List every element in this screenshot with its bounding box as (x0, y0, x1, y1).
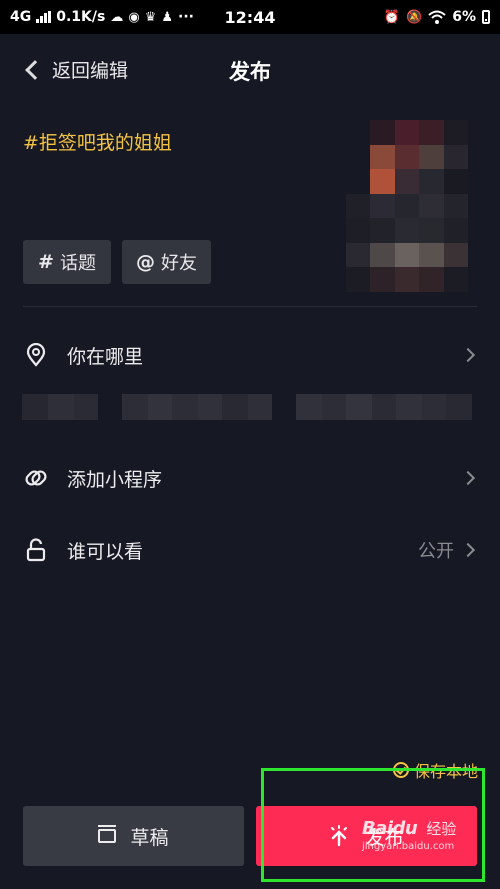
lock-icon (24, 538, 48, 562)
network-type: 4G (10, 9, 32, 25)
privacy-label: 谁可以看 (67, 540, 144, 563)
watermark-url: jingyan.baidu.com (362, 841, 455, 852)
location-pin-icon (24, 343, 48, 367)
publish-icon (331, 825, 348, 847)
watermark-sub: 经验 (426, 820, 457, 838)
draft-box-icon (98, 825, 117, 843)
hash-icon: # (38, 251, 54, 273)
topic-label: 话题 (59, 253, 96, 274)
network-speed: 0.1K/s (56, 9, 106, 25)
at-icon: @ (136, 251, 155, 273)
privacy-row[interactable]: 谁可以看 公开 (0, 523, 500, 577)
watermark-brand: Baidu (362, 818, 418, 839)
topic-button[interactable]: # 话题 (23, 240, 111, 284)
status-left: 4G 0.1K/s ☁ ◉ ♛ ♟ ··· (10, 9, 194, 25)
location-row[interactable]: 你在哪里 (0, 328, 500, 382)
location-suggestion-2[interactable] (122, 394, 272, 420)
privacy-value: 公开 (418, 541, 454, 562)
check-circle-icon (392, 762, 409, 778)
chevron-right-icon (460, 347, 476, 363)
watermark: Baidu 经验 jingyan.baidu.com (362, 818, 482, 852)
battery-percent: 6% (452, 9, 476, 25)
chevron-right-icon (460, 542, 476, 558)
friend-label: 好友 (161, 253, 197, 274)
location-suggestion-1[interactable] (22, 394, 98, 420)
signal-icon (36, 11, 52, 23)
status-right: ⏰ 🔕 6% (384, 9, 490, 25)
page-title: 发布 (229, 60, 271, 84)
crown-icon: ♛ (144, 9, 157, 25)
battery-icon (482, 10, 490, 24)
location-label: 你在哪里 (67, 345, 144, 368)
more-dots: ··· (178, 9, 194, 25)
draft-label: 草稿 (130, 826, 169, 849)
save-locally-toggle[interactable]: 保存本地 (392, 758, 478, 782)
wechat-icon: ◉ (128, 9, 140, 25)
chevron-right-icon (460, 470, 476, 486)
location-suggestion-3[interactable] (296, 394, 472, 420)
divider (23, 306, 477, 307)
save-locally-label: 保存本地 (413, 762, 478, 781)
caption-text[interactable]: #拒签吧我的姐姐 (23, 128, 172, 155)
header: 返回编辑 发布 (0, 34, 500, 106)
qq-icon: ♟ (161, 9, 173, 25)
mention-friend-button[interactable]: @ 好友 (122, 240, 211, 284)
link-icon (24, 466, 48, 490)
mute-icon: 🔕 (406, 9, 423, 25)
add-miniapp-row[interactable]: 添加小程序 (0, 451, 500, 505)
alarm-icon: ⏰ (383, 9, 401, 25)
status-bar: 4G 0.1K/s ☁ ◉ ♛ ♟ ··· 12:44 ⏰ 🔕 6% (0, 0, 500, 34)
wifi-icon (428, 10, 446, 24)
draft-button[interactable]: 草稿 (23, 806, 244, 866)
add-miniapp-label: 添加小程序 (67, 468, 163, 491)
cover-thumbnail[interactable] (346, 120, 468, 292)
cloud-icon: ☁ (110, 9, 124, 25)
